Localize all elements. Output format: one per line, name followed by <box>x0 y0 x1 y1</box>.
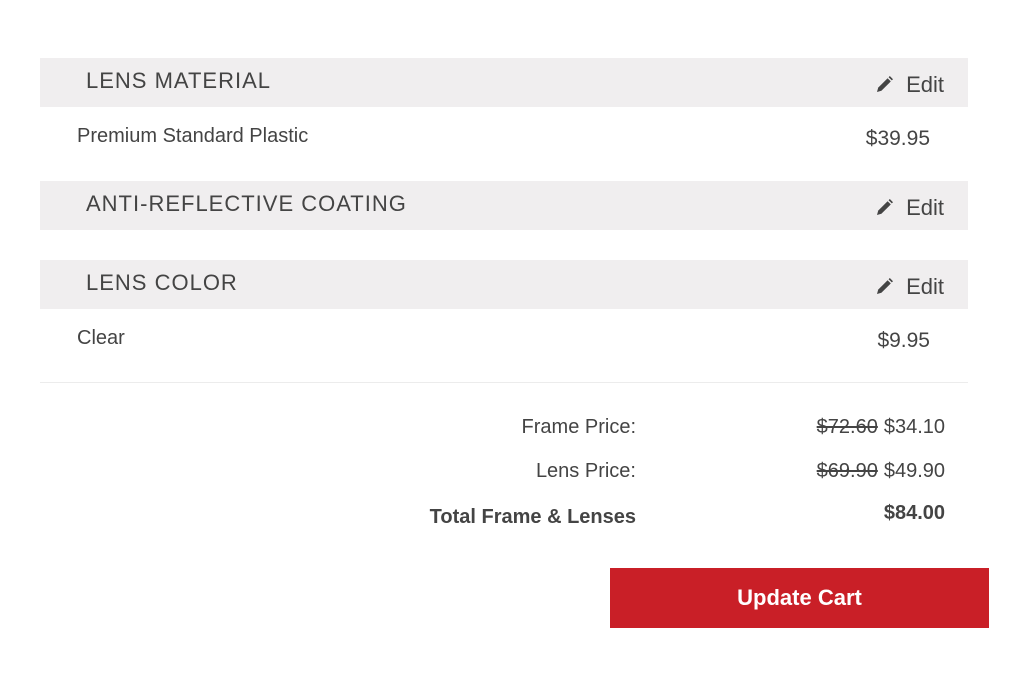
edit-label: Edit <box>906 274 944 299</box>
section-title: LENS COLOR <box>86 270 238 295</box>
pencil-icon <box>874 277 894 297</box>
edit-label: Edit <box>906 195 944 220</box>
lens-color-value: Clear <box>77 327 125 349</box>
lens-price-label: Lens Price: <box>535 460 636 482</box>
lens-price-value: $69.90 $49.90 <box>817 460 945 483</box>
edit-lens-color-button[interactable]: Edit <box>874 274 944 300</box>
section-header-lens-color: LENS COLOR Edit <box>40 260 968 309</box>
lens-material-value: Premium Standard Plastic <box>77 125 309 147</box>
section-header-lens-material: LENS MATERIAL Edit <box>40 58 968 107</box>
edit-label: Edit <box>906 72 944 97</box>
edit-anti-reflective-coating-button[interactable]: Edit <box>874 195 944 221</box>
lens-price-sale: $49.90 <box>883 460 945 482</box>
section-header-anti-reflective-coating: ANTI-REFLECTIVE COATING Edit <box>40 181 968 230</box>
edit-lens-material-button[interactable]: Edit <box>874 72 944 98</box>
pencil-icon <box>874 198 894 218</box>
update-cart-button[interactable]: Update Cart <box>610 568 989 628</box>
frame-price-label: Frame Price: <box>521 416 636 438</box>
lens-color-price: $9.95 <box>877 329 930 352</box>
frame-price-value: $72.60 $34.10 <box>817 416 945 439</box>
frame-price-original: $72.60 <box>816 416 878 438</box>
pencil-icon <box>874 75 894 95</box>
total-value: $84.00 <box>883 502 945 524</box>
frame-price-sale: $34.10 <box>883 416 945 438</box>
section-title: LENS MATERIAL <box>86 68 271 93</box>
lens-price-original: $69.90 <box>816 460 878 482</box>
total-label: Total Frame & Lenses <box>429 506 636 528</box>
divider <box>40 382 968 383</box>
section-title: ANTI-REFLECTIVE COATING <box>86 191 407 216</box>
lens-material-price: $39.95 <box>865 127 930 150</box>
